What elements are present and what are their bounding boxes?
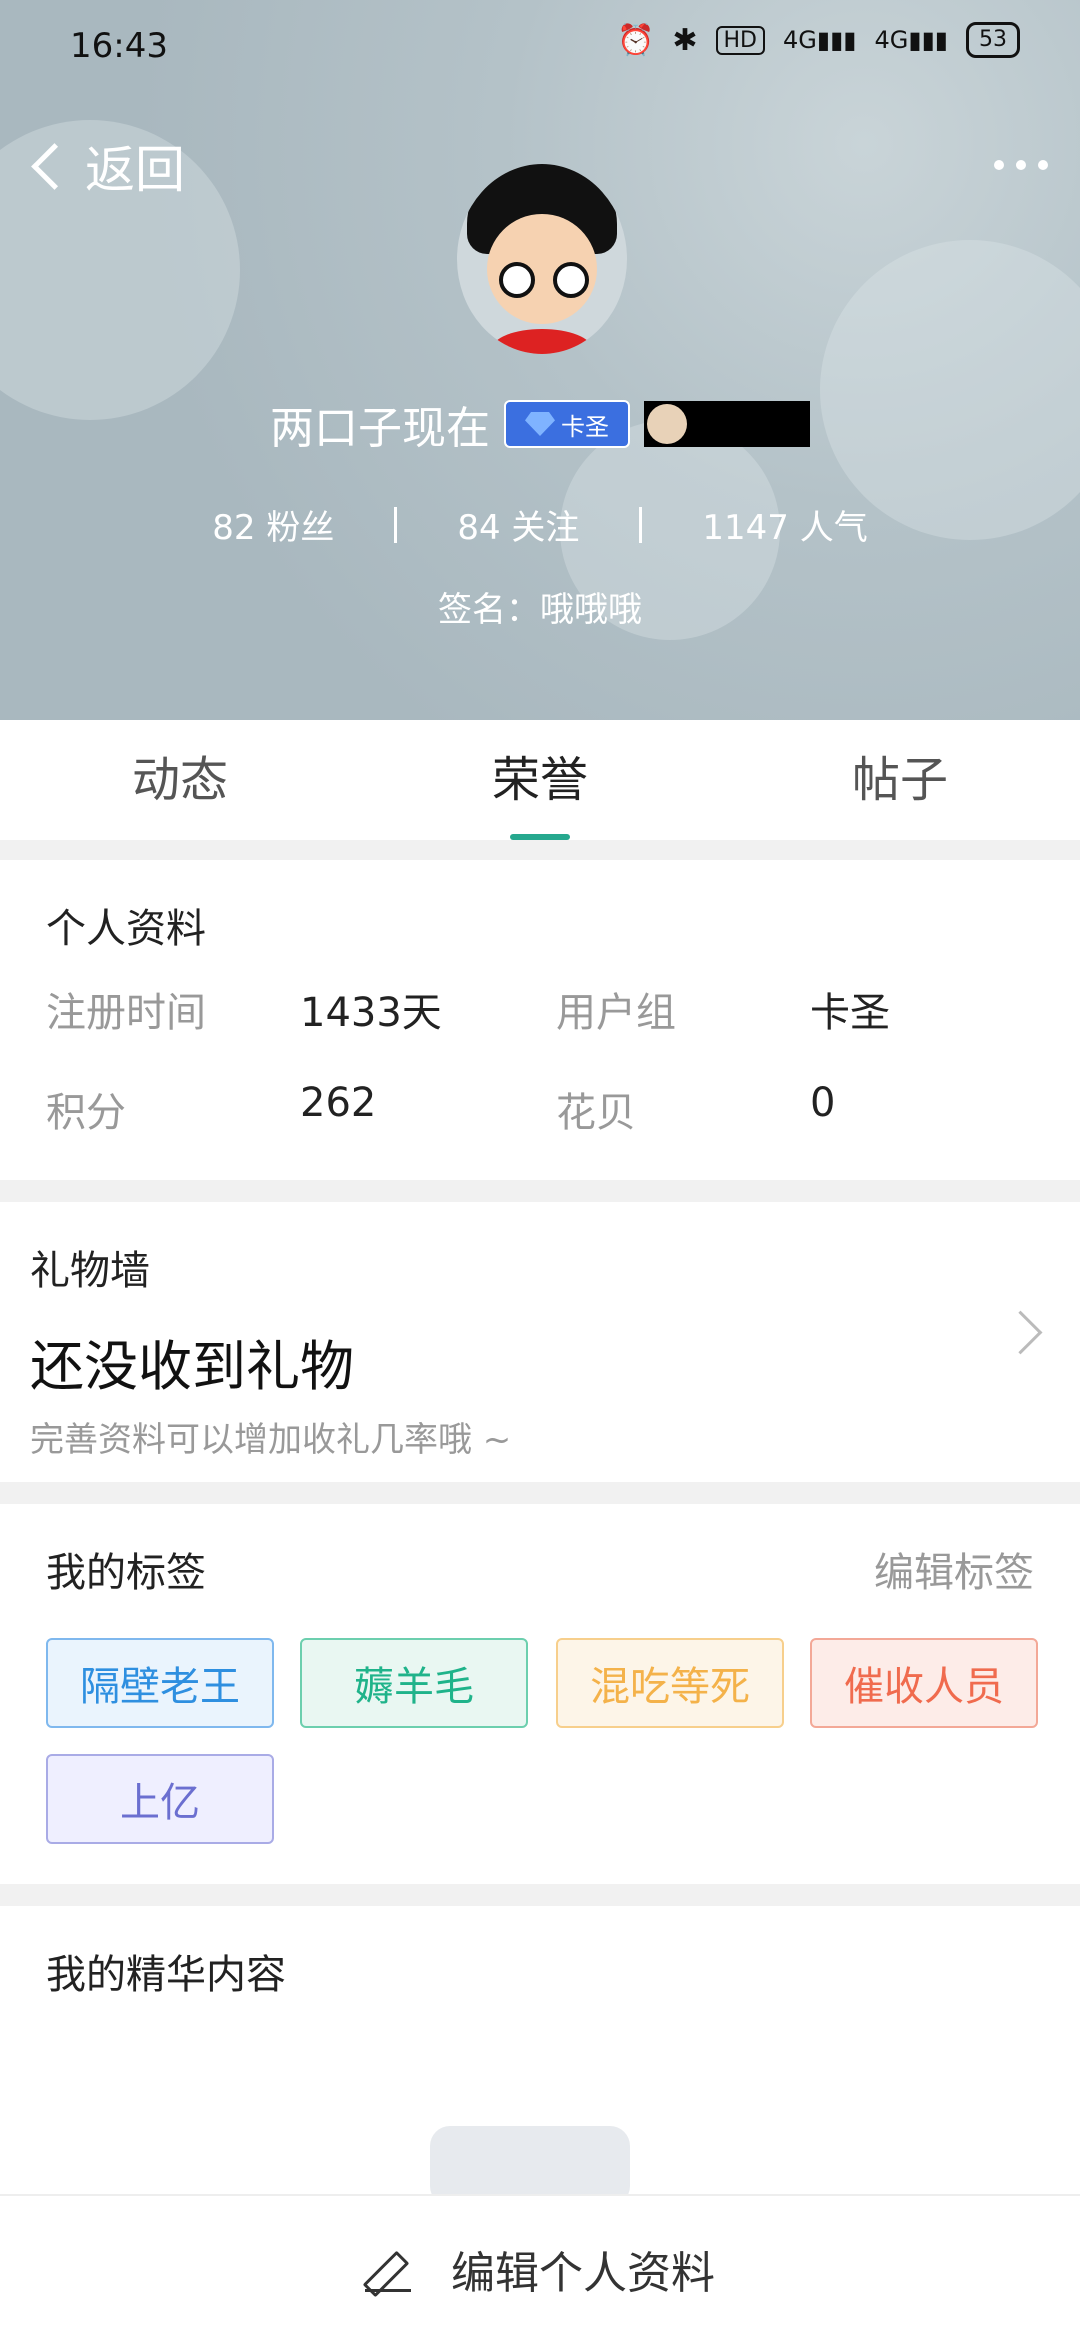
background-flower — [820, 240, 1080, 540]
avatar[interactable] — [457, 164, 627, 354]
gift-subtitle: 完善资料可以增加收礼几率哦 ~ — [30, 1420, 512, 1460]
group-label: 用户组 — [556, 990, 676, 1036]
signal-4g-icon: 4G▮▮▮ — [783, 26, 857, 54]
group-value: 卡圣 — [810, 990, 890, 1036]
chevron-left-icon — [31, 142, 78, 190]
essence-title: 我的精华内容 — [46, 1952, 286, 1998]
edit-profile-button[interactable]: 编辑个人资料 — [451, 2237, 715, 2301]
group-badge: 卡圣 — [504, 400, 630, 448]
hd-icon: HD — [715, 25, 765, 55]
tags-card: 我的标签 编辑标签 隔壁老王 薅羊毛 混吃等死 催收人员 上亿 — [0, 1504, 1080, 1884]
tab-dynamics[interactable]: 动态 — [0, 720, 360, 840]
following-count[interactable]: 84 关注 — [457, 500, 579, 549]
tab-posts[interactable]: 帖子 — [720, 720, 1080, 840]
bluetooth-icon: ✱ — [672, 22, 698, 58]
signature: 签名：哦哦哦 — [438, 590, 642, 630]
badge-label: 卡圣 — [561, 412, 609, 441]
back-label: 返回 — [85, 141, 185, 199]
battery-icon: 53 — [966, 22, 1020, 58]
points-value: 262 — [300, 1080, 377, 1126]
redacted-medal — [644, 401, 810, 447]
back-button[interactable]: 返回 — [26, 130, 185, 202]
gift-wall-title: 礼物墙 — [30, 1248, 150, 1294]
divider — [394, 506, 398, 543]
status-icons: ⏰ ✱ HD 4G▮▮▮ 4G▮▮▮ 53 — [617, 22, 1020, 58]
gift-headline: 还没收到礼物 — [30, 1335, 354, 1398]
tag-chip[interactable]: 上亿 — [46, 1754, 274, 1844]
profile-header: 16:43 ⏰ ✱ HD 4G▮▮▮ 4G▮▮▮ 53 返回 两口子现在 卡圣 … — [0, 0, 1080, 720]
popularity-count: 1147 人气 — [702, 508, 868, 548]
gift-wall-card[interactable]: 礼物墙 还没收到礼物 完善资料可以增加收礼几率哦 ~ — [0, 1202, 1080, 1482]
tag-chip[interactable]: 催收人员 — [810, 1638, 1038, 1728]
diamond-icon — [525, 412, 555, 436]
signal-4g-icon: 4G▮▮▮ — [874, 26, 949, 54]
tag-chip[interactable]: 薅羊毛 — [300, 1638, 528, 1728]
edit-tags-button[interactable]: 编辑标签 — [874, 1540, 1034, 1598]
shells-value: 0 — [810, 1080, 836, 1126]
bottom-bar[interactable]: 编辑个人资料 — [0, 2194, 1080, 2342]
edit-pen-icon — [362, 2246, 411, 2298]
fans-count[interactable]: 82 粉丝 — [212, 500, 334, 549]
tab-bar: 动态 荣誉 帖子 — [0, 720, 1080, 840]
user-name: 两口子现在 — [270, 403, 490, 454]
profile-title: 个人资料 — [46, 906, 206, 952]
profile-card: 个人资料 注册时间 1433天 用户组 卡圣 积分 262 花贝 0 — [0, 860, 1080, 1180]
mini-avatar-icon — [647, 404, 687, 444]
chevron-right-icon — [998, 1310, 1043, 1355]
name-row: 两口子现在 卡圣 — [0, 392, 1080, 456]
stats-row: 82 粉丝 84 关注 1147 人气 — [0, 500, 1080, 549]
more-options-icon[interactable] — [994, 160, 1048, 170]
points-label: 积分 — [46, 1090, 126, 1136]
status-bar: 16:43 ⏰ ✱ HD 4G▮▮▮ 4G▮▮▮ 53 — [0, 0, 1080, 96]
divider — [639, 506, 643, 543]
shells-label: 花贝 — [556, 1090, 636, 1136]
tab-honors[interactable]: 荣誉 — [360, 720, 720, 840]
tag-chip[interactable]: 隔壁老王 — [46, 1638, 274, 1728]
alarm-icon: ⏰ — [617, 22, 655, 58]
register-label: 注册时间 — [46, 990, 206, 1036]
status-time: 16:43 — [70, 26, 168, 66]
register-value: 1433天 — [300, 990, 442, 1036]
tag-chip[interactable]: 混吃等死 — [556, 1638, 784, 1728]
tags-title: 我的标签 — [46, 1550, 206, 1596]
